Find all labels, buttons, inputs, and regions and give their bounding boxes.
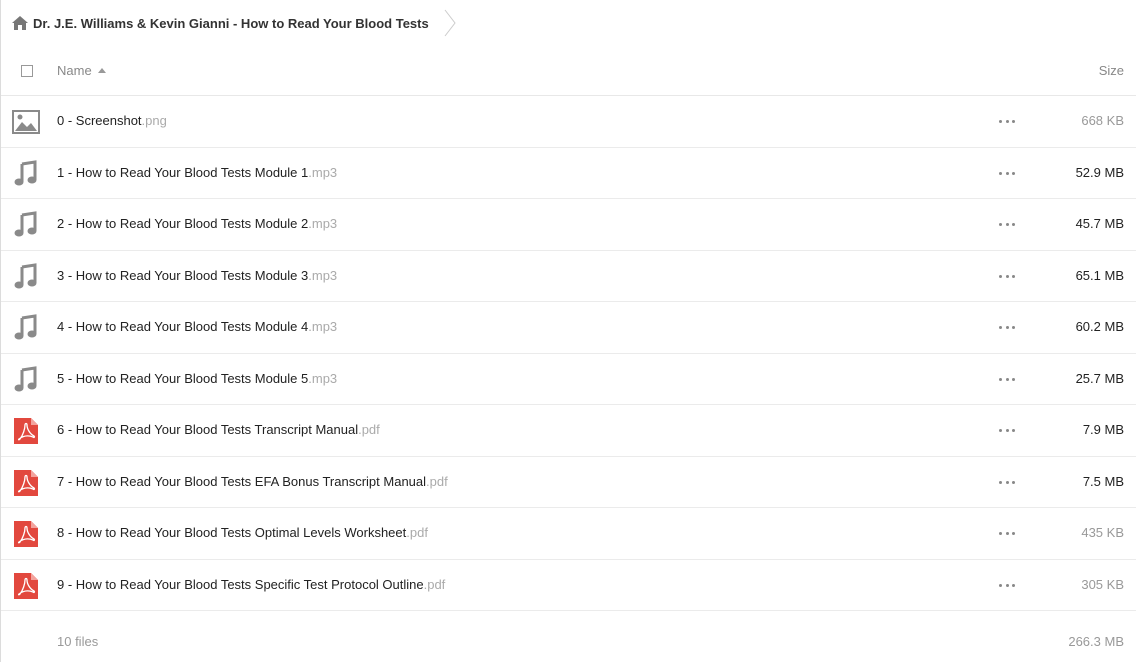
more-actions-icon[interactable] [999, 583, 1015, 588]
pdf-icon [12, 417, 40, 445]
music-icon [12, 365, 40, 394]
breadcrumb-folder-link[interactable]: Dr. J.E. Williams & Kevin Gianni - How t… [33, 16, 429, 31]
home-icon[interactable] [11, 15, 29, 31]
more-actions-icon[interactable] [999, 429, 1015, 433]
more-actions-icon[interactable] [999, 120, 1015, 124]
file-size: 668 KB [1081, 113, 1124, 128]
more-actions-icon[interactable] [999, 171, 1015, 176]
name-column-label: Name [57, 63, 92, 78]
file-extension: .mp3 [308, 216, 338, 231]
file-list: 0 - Screenshot.png 668 KB 1 - How to Read … [1, 96, 1136, 611]
file-row[interactable]: 8 - How to Read Your Blood Tests Optimal… [1, 508, 1136, 560]
file-name-link[interactable]: 5 - How to Read Your Blood Tests Module … [57, 371, 337, 386]
file-row[interactable]: 9 - How to Read Your Blood Tests Specifi… [1, 560, 1136, 611]
more-actions-icon[interactable] [999, 223, 1015, 227]
breadcrumb: Dr. J.E. Williams & Kevin Gianni - How t… [1, 0, 1136, 46]
file-row[interactable]: 5 - How to Read Your Blood Tests Module … [1, 354, 1136, 405]
pdf-icon [12, 469, 40, 497]
total-size: 266.3 MB [1068, 634, 1124, 649]
file-size: 305 KB [1081, 576, 1124, 592]
file-row[interactable]: 3 - How to Read Your Blood Tests Module … [1, 251, 1136, 302]
file-base-name: 8 - How to Read Your Blood Tests Optimal… [57, 525, 407, 540]
file-size: 25.7 MB [1075, 370, 1124, 386]
file-name-link[interactable]: 3 - How to Read Your Blood Tests Module … [57, 268, 337, 283]
file-name-link[interactable]: 9 - How to Read Your Blood Tests Specifi… [57, 577, 445, 592]
file-row[interactable]: 2 - How to Read Your Blood Tests Module … [1, 199, 1136, 251]
file-extension: .pdf [423, 576, 446, 592]
more-actions-icon[interactable] [999, 377, 1015, 382]
file-name-link[interactable]: 7 - How to Read Your Blood Tests EFA Bon… [57, 474, 448, 489]
file-extension: .mp3 [308, 164, 338, 180]
file-base-name: 9 - How to Read Your Blood Tests Specifi… [57, 576, 424, 592]
file-base-name: 4 - How to Read Your Blood Tests Module … [57, 319, 309, 334]
sort-ascending-icon [97, 68, 106, 73]
breadcrumb-separator-icon [443, 9, 457, 37]
file-extension: .mp3 [308, 319, 338, 334]
file-size: 7.5 MB [1082, 473, 1124, 489]
file-name-link[interactable]: 8 - How to Read Your Blood Tests Optimal… [57, 525, 428, 540]
size-column-header[interactable]: Size [1099, 63, 1124, 78]
file-row[interactable]: 1 - How to Read Your Blood Tests Module … [1, 148, 1136, 199]
file-list-summary: 10 files 266.3 MB [1, 620, 1136, 662]
file-name-link[interactable]: 4 - How to Read Your Blood Tests Module … [57, 319, 337, 334]
file-size: 435 KB [1081, 525, 1124, 540]
file-size: 65.1 MB [1075, 267, 1124, 283]
file-name-link[interactable]: 6 - How to Read Your Blood Tests Transcr… [57, 422, 380, 437]
file-name-link[interactable]: 1 - How to Read Your Blood Tests Module … [57, 165, 337, 180]
file-row[interactable]: 7 - How to Read Your Blood Tests EFA Bon… [1, 457, 1136, 508]
file-size: 60.2 MB [1075, 319, 1124, 334]
file-row[interactable]: 6 - How to Read Your Blood Tests Transcr… [1, 405, 1136, 457]
file-base-name: 6 - How to Read Your Blood Tests Transcr… [57, 422, 359, 437]
file-extension: .png [141, 113, 167, 128]
file-row[interactable]: 0 - Screenshot.png 668 KB [1, 96, 1136, 148]
music-icon [12, 211, 40, 239]
file-base-name: 5 - How to Read Your Blood Tests Module … [57, 370, 309, 386]
file-base-name: 1 - How to Read Your Blood Tests Module … [57, 164, 309, 180]
name-column-header[interactable]: Name [57, 63, 106, 78]
file-base-name: 2 - How to Read Your Blood Tests Module … [57, 216, 309, 231]
file-name-link[interactable]: 0 - Screenshot.png [57, 113, 167, 128]
file-list-header: Name Size [1, 46, 1136, 96]
music-icon [12, 314, 40, 342]
file-base-name: 0 - Screenshot [57, 113, 142, 128]
more-actions-icon[interactable] [999, 532, 1015, 536]
file-size: 45.7 MB [1075, 216, 1124, 231]
file-name-link[interactable]: 2 - How to Read Your Blood Tests Module … [57, 216, 337, 231]
file-size: 7.9 MB [1082, 422, 1124, 437]
file-row[interactable]: 4 - How to Read Your Blood Tests Module … [1, 302, 1136, 354]
more-actions-icon[interactable] [999, 274, 1015, 279]
select-all-checkbox[interactable] [21, 65, 33, 77]
file-extension: .mp3 [308, 267, 338, 283]
pdf-icon [12, 520, 40, 548]
more-actions-icon[interactable] [999, 480, 1015, 485]
file-extension: .pdf [406, 525, 428, 540]
file-extension: .pdf [426, 473, 448, 489]
pdf-icon [12, 572, 40, 600]
file-size: 52.9 MB [1075, 164, 1124, 180]
file-base-name: 3 - How to Read Your Blood Tests Module … [57, 267, 309, 283]
file-count: 10 files [57, 634, 99, 649]
file-extension: .pdf [358, 422, 380, 437]
music-icon [12, 262, 40, 291]
file-extension: .mp3 [308, 370, 338, 386]
file-base-name: 7 - How to Read Your Blood Tests EFA Bon… [57, 473, 427, 489]
music-icon [12, 159, 40, 188]
image-icon [12, 108, 40, 136]
more-actions-icon[interactable] [999, 326, 1015, 330]
